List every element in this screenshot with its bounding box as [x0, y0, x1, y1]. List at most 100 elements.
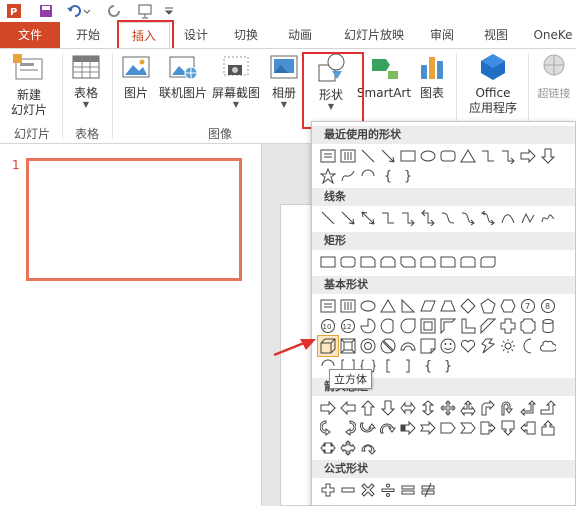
folded-corner-shape-icon[interactable]: [418, 336, 438, 356]
pie-shape-icon[interactable]: [358, 316, 378, 336]
right-arrow-shape-icon[interactable]: [518, 146, 538, 166]
tab-transitions[interactable]: 切换: [226, 22, 266, 48]
slide-thumbnail[interactable]: [26, 158, 242, 281]
circular-arrow-shape-icon[interactable]: [358, 438, 378, 458]
snip-round-rectangle-shape-icon[interactable]: [418, 252, 438, 272]
table-button[interactable]: 表格 ▼: [66, 51, 106, 109]
elbow-arrow-connector-shape-icon[interactable]: [398, 208, 418, 228]
frame-shape-icon[interactable]: [418, 316, 438, 336]
customize-qat-icon[interactable]: [162, 2, 176, 20]
textbox-shape-icon[interactable]: [318, 146, 338, 166]
smartart-button[interactable]: SmartArt: [356, 51, 412, 101]
curved-arrow-connector-shape-icon[interactable]: [458, 208, 478, 228]
curved-double-arrow-connector-shape-icon[interactable]: [478, 208, 498, 228]
curve-shape-icon[interactable]: [498, 208, 518, 228]
heart-shape-icon[interactable]: [458, 336, 478, 356]
not-equal-shape-icon[interactable]: [418, 480, 438, 500]
round-diagonal-rectangle-shape-icon[interactable]: [478, 252, 498, 272]
left-arrow-shape-icon[interactable]: [338, 398, 358, 418]
line-shape-icon[interactable]: [318, 208, 338, 228]
shapes-button[interactable]: 形状 ▼: [308, 51, 354, 111]
arrow-line-shape-icon[interactable]: [378, 146, 398, 166]
down-arrow-callout-shape-icon[interactable]: [498, 418, 518, 438]
equal-shape-icon[interactable]: [398, 480, 418, 500]
bevel-shape-icon[interactable]: [338, 336, 358, 356]
plus-shape-icon[interactable]: [318, 480, 338, 500]
quad-arrow-shape-icon[interactable]: [438, 398, 458, 418]
curved-right-arrow-shape-icon[interactable]: [318, 418, 338, 438]
down-arrow-shape-icon[interactable]: [378, 398, 398, 418]
left-right-arrow-callout-shape-icon[interactable]: [318, 438, 338, 458]
tab-review[interactable]: 审阅: [422, 22, 462, 48]
snip-diagonal-rectangle-shape-icon[interactable]: [398, 252, 418, 272]
chord-shape-icon[interactable]: [378, 316, 398, 336]
block-arc-shape-icon[interactable]: [398, 336, 418, 356]
sun-shape-icon[interactable]: [498, 336, 518, 356]
photo-album-button[interactable]: 相册 ▼: [264, 51, 304, 109]
l-shape-icon[interactable]: [458, 316, 478, 336]
screenshot-button[interactable]: 屏幕截图 ▼: [210, 51, 262, 109]
tab-onekey[interactable]: OneKe: [530, 22, 576, 48]
up-down-arrow-shape-icon[interactable]: [418, 398, 438, 418]
left-right-up-arrow-shape-icon[interactable]: [458, 398, 478, 418]
elbow-connector-shape-icon[interactable]: [378, 208, 398, 228]
heptagon-shape-icon[interactable]: 7: [518, 296, 538, 316]
rounded-rectangle-shape-icon[interactable]: [338, 252, 358, 272]
diagonal-stripe-shape-icon[interactable]: [478, 316, 498, 336]
right-arrow-callout-shape-icon[interactable]: [478, 418, 498, 438]
right-triangle-shape-icon[interactable]: [398, 296, 418, 316]
triangle-shape-icon[interactable]: [458, 146, 478, 166]
vertical-textbox-shape-icon[interactable]: [338, 146, 358, 166]
redo-icon[interactable]: [106, 2, 124, 20]
oval-shape-icon[interactable]: [418, 146, 438, 166]
new-slide-button[interactable]: 新建 幻灯片: [4, 51, 54, 118]
star-shape-icon[interactable]: [318, 166, 338, 186]
oval-shape-icon[interactable]: [358, 296, 378, 316]
smiley-face-shape-icon[interactable]: [438, 336, 458, 356]
left-arrow-callout-shape-icon[interactable]: [518, 418, 538, 438]
tab-home[interactable]: 开始: [62, 22, 114, 48]
left-brace-shape-icon[interactable]: {: [418, 356, 438, 376]
tab-view[interactable]: 视图: [476, 22, 516, 48]
office-apps-button[interactable]: Office 应用程序: [462, 51, 524, 116]
rectangle-shape-icon[interactable]: [318, 252, 338, 272]
minus-shape-icon[interactable]: [338, 480, 358, 500]
freeform-shape-icon[interactable]: [338, 166, 358, 186]
divide-shape-icon[interactable]: [378, 480, 398, 500]
freeform-shape-icon[interactable]: [518, 208, 538, 228]
right-arrow-shape-icon[interactable]: [318, 398, 338, 418]
up-arrow-shape-icon[interactable]: [358, 398, 378, 418]
right-brace-shape-icon[interactable]: }: [438, 356, 458, 376]
trapezoid-shape-icon[interactable]: [438, 296, 458, 316]
can-shape-icon[interactable]: [538, 316, 558, 336]
curved-left-arrow-shape-icon[interactable]: [338, 418, 358, 438]
octagon-shape-icon[interactable]: 8: [538, 296, 558, 316]
pentagon-shape-icon[interactable]: [478, 296, 498, 316]
half-frame-shape-icon[interactable]: [438, 316, 458, 336]
left-bracket-shape-icon[interactable]: [378, 356, 398, 376]
no-symbol-shape-icon[interactable]: [378, 336, 398, 356]
dodecagon-shape-icon[interactable]: 12: [338, 316, 358, 336]
quad-arrow-callout-shape-icon[interactable]: [338, 438, 358, 458]
round-corner-rectangle-shape-icon[interactable]: [438, 252, 458, 272]
slideshow-start-icon[interactable]: [134, 2, 158, 20]
save-icon[interactable]: [36, 2, 56, 20]
tab-animations[interactable]: 动画: [280, 22, 320, 48]
notched-right-arrow-shape-icon[interactable]: [418, 418, 438, 438]
vertical-textbox-shape-icon[interactable]: [338, 296, 358, 316]
left-up-arrow-shape-icon[interactable]: [518, 398, 538, 418]
curved-down-arrow-shape-icon[interactable]: [378, 418, 398, 438]
down-arrow-shape-icon[interactable]: [538, 146, 558, 166]
right-bracket-shape-icon[interactable]: [398, 356, 418, 376]
chart-button[interactable]: 图表: [414, 51, 450, 101]
tab-slideshow[interactable]: 幻灯片放映: [336, 22, 412, 48]
cube-shape-icon[interactable]: [317, 335, 339, 357]
right-brace-shape-icon[interactable]: }: [398, 166, 418, 186]
moon-shape-icon[interactable]: [518, 336, 538, 356]
double-arrow-line-shape-icon[interactable]: [358, 208, 378, 228]
cross-shape-icon[interactable]: [498, 316, 518, 336]
triangle-shape-icon[interactable]: [378, 296, 398, 316]
pentagon-arrow-shape-icon[interactable]: [438, 418, 458, 438]
bent-up-arrow-shape-icon[interactable]: [538, 398, 558, 418]
rectangle-shape-icon[interactable]: [398, 146, 418, 166]
